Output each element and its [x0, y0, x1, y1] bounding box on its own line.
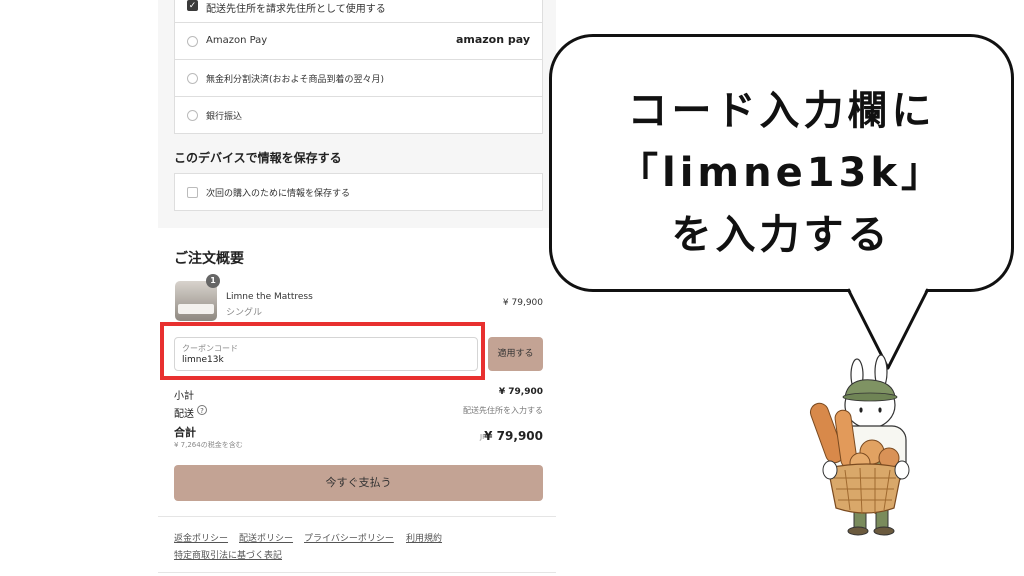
rabbit-mascot-illustration: [809, 354, 910, 536]
